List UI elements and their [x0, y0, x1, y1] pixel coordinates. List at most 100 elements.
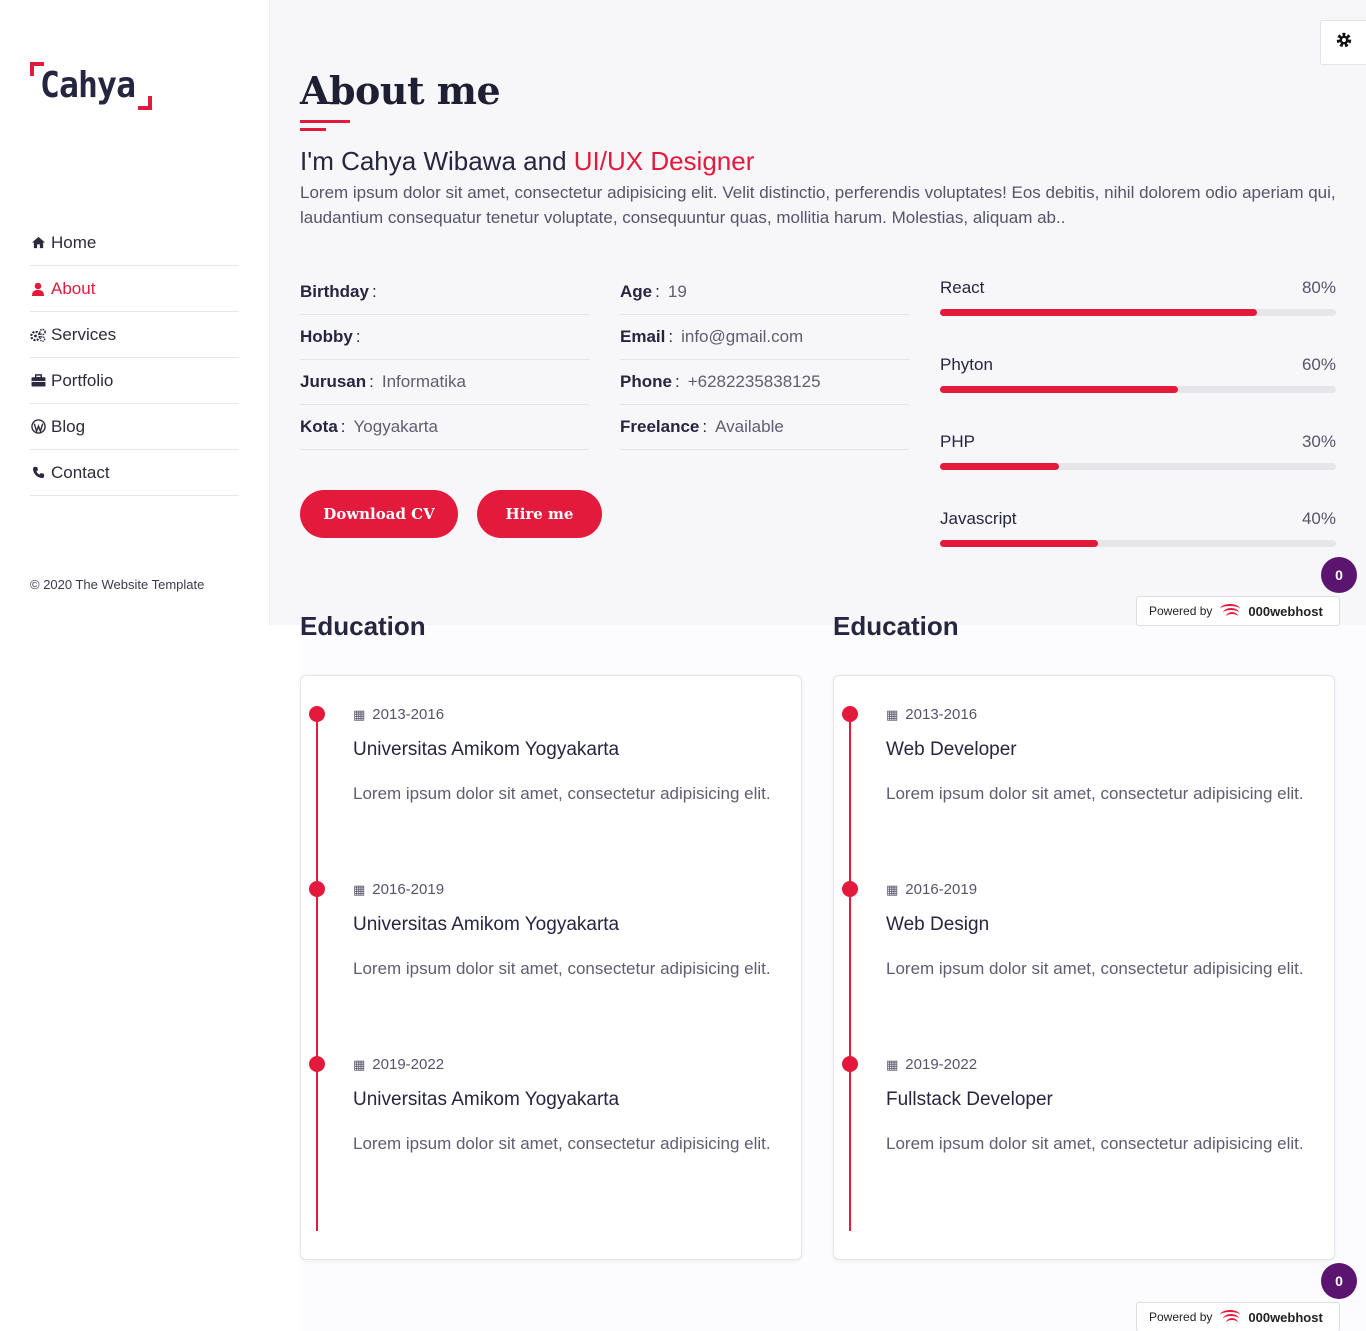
education-card-right: ▦ 2013-2016 Web Developer Lorem ipsum dol… — [833, 675, 1335, 1260]
skill-php: PHP 30% — [940, 432, 1336, 509]
info-value: +6282235838125 — [687, 372, 821, 391]
info-column-right: Age:19 Email: info@gmail.com Phone: +62822… — [620, 270, 909, 450]
info-row-hobby: Hobby: — [300, 315, 589, 360]
nav-item-label: Contact — [51, 462, 110, 482]
info-colon: : — [668, 327, 674, 346]
user-icon — [30, 282, 46, 296]
timeline-title: Universitas Amikom Yogyakarta — [353, 1089, 620, 1110]
timeline-date-text: 2016-2019 — [372, 881, 445, 898]
powered-by-banner[interactable]: Powered by 000webhost — [1136, 596, 1340, 626]
info-colon: : — [369, 372, 374, 391]
timeline-date: ▦ 2016-2019 — [353, 881, 444, 898]
webhost-logo-icon — [1220, 604, 1242, 618]
skill-progress-fill — [940, 386, 1178, 393]
home-icon — [30, 236, 46, 249]
info-colon: : — [340, 417, 346, 436]
skill-javascript: Javascript 40% — [940, 509, 1336, 586]
notification-badge[interactable]: 0 — [1321, 1263, 1357, 1299]
info-key: Phone — [620, 372, 672, 391]
info-row-jurusan: Jurusan: Informatika — [300, 360, 589, 405]
logo[interactable]: Cahya — [30, 62, 152, 110]
info-key: Jurusan — [300, 372, 367, 391]
info-value: Available — [715, 417, 784, 436]
nav-item-contact[interactable]: Contact — [30, 450, 239, 496]
timeline-date-text: 2013-2016 — [905, 706, 978, 723]
skills-list: React 80% Phyton 60% PHP 30% Javascript … — [940, 278, 1336, 586]
skill-percent: 30% — [1301, 432, 1336, 451]
intro-text: Lorem ipsum dolor sit amet, consectetur … — [300, 183, 1336, 227]
settings-button[interactable] — [1320, 20, 1366, 65]
info-value: info@gmail.com — [681, 327, 804, 346]
timeline-item: ▦ 2016-2019 Web Design Lorem ipsum dolor … — [834, 851, 1334, 1026]
sidebar: Cahya Home About Services Portfolio Blog… — [0, 0, 270, 625]
download-cv-button[interactable]: Download CV — [300, 490, 458, 538]
intro-role: UI/UX Designer — [573, 146, 755, 176]
skill-name: PHP — [940, 432, 975, 451]
notification-badge[interactable]: 0 — [1321, 557, 1357, 593]
timeline-item: ▦ 2016-2019 Universitas Amikom Yogyakarta… — [301, 851, 801, 1026]
skill-percent: 80% — [1301, 278, 1336, 297]
timeline-title: Web Design — [886, 914, 990, 935]
skill-progress-fill — [940, 309, 1257, 316]
copyright: © 2020 The Website Template — [30, 577, 205, 592]
timeline-description: Lorem ipsum dolor sit amet, consectetur … — [886, 784, 1304, 803]
timeline-title: Web Developer — [886, 739, 1017, 760]
nav-item-label: Blog — [51, 416, 86, 436]
timeline-date: ▦ 2019-2022 — [886, 1056, 977, 1073]
timeline-description: Lorem ipsum dolor sit amet, consectetur … — [886, 1134, 1304, 1153]
powered-by-prefix: Powered by — [1149, 1310, 1213, 1324]
skill-progress-track — [940, 540, 1336, 547]
timeline-item: ▦ 2013-2016 Universitas Amikom Yogyakarta… — [301, 676, 801, 851]
calendar-icon: ▦ — [886, 881, 899, 897]
timeline-description: Lorem ipsum dolor sit amet, consectetur … — [353, 959, 771, 978]
timeline-dot — [309, 881, 325, 897]
skill-phyton: Phyton 60% — [940, 355, 1336, 432]
phone-icon — [30, 466, 46, 479]
calendar-icon: ▦ — [886, 706, 899, 722]
timeline-date: ▦ 2019-2022 — [353, 1056, 444, 1073]
skill-percent: 40% — [1301, 509, 1336, 528]
timeline-dot — [842, 1056, 858, 1072]
info-row-freelance: Freelance: Available — [620, 405, 909, 450]
nav-item-label: Portfolio — [51, 370, 114, 390]
timeline-date: ▦ 2016-2019 — [886, 881, 977, 898]
powered-by-banner[interactable]: Powered by 000webhost — [1136, 1302, 1340, 1331]
timeline-description: Lorem ipsum dolor sit amet, consectetur … — [353, 1134, 771, 1153]
logo-text: Cahya — [40, 65, 136, 106]
page-title: About me — [300, 68, 501, 113]
skill-progress-track — [940, 463, 1336, 470]
nav-item-services[interactable]: Services — [30, 312, 239, 358]
info-value: Yogyakarta — [353, 417, 438, 436]
calendar-icon: ▦ — [353, 1056, 366, 1072]
main-nav: Home About Services Portfolio Blog Conta… — [30, 220, 239, 496]
timeline-date-text: 2016-2019 — [905, 881, 978, 898]
powered-by-prefix: Powered by — [1149, 604, 1213, 618]
wordpress-icon — [30, 419, 46, 434]
nav-item-portfolio[interactable]: Portfolio — [30, 358, 239, 404]
powered-by-brand: 000webhost — [1248, 1309, 1323, 1325]
timeline-date-text: 2019-2022 — [905, 1056, 978, 1073]
calendar-icon: ▦ — [353, 706, 366, 722]
info-colon: : — [355, 327, 361, 346]
briefcase-icon — [30, 374, 46, 387]
powered-by-brand: 000webhost — [1248, 603, 1323, 619]
skill-name: Phyton — [940, 355, 993, 374]
hire-me-button[interactable]: Hire me — [477, 490, 602, 538]
info-key: Freelance — [620, 417, 700, 436]
nav-item-home[interactable]: Home — [30, 220, 239, 266]
intro-name: I'm Cahya Wibawa and — [300, 146, 574, 176]
webhost-logo-icon — [1220, 1310, 1242, 1324]
nav-item-blog[interactable]: Blog — [30, 404, 239, 450]
info-row-phone: Phone: +6282235838125 — [620, 360, 909, 405]
nav-item-label: Services — [51, 324, 117, 344]
info-value: 19 — [667, 282, 687, 301]
info-row-birthday: Birthday: — [300, 270, 589, 315]
info-key: Kota — [300, 417, 338, 436]
education-card-left: ▦ 2013-2016 Universitas Amikom Yogyakarta… — [300, 675, 802, 1260]
info-colon: : — [655, 282, 660, 301]
skill-name: Javascript — [940, 509, 1017, 528]
timeline-dot — [309, 1056, 325, 1072]
nav-item-about[interactable]: About — [30, 266, 239, 312]
gear-icon — [1335, 31, 1353, 55]
info-key: Birthday — [300, 282, 369, 301]
